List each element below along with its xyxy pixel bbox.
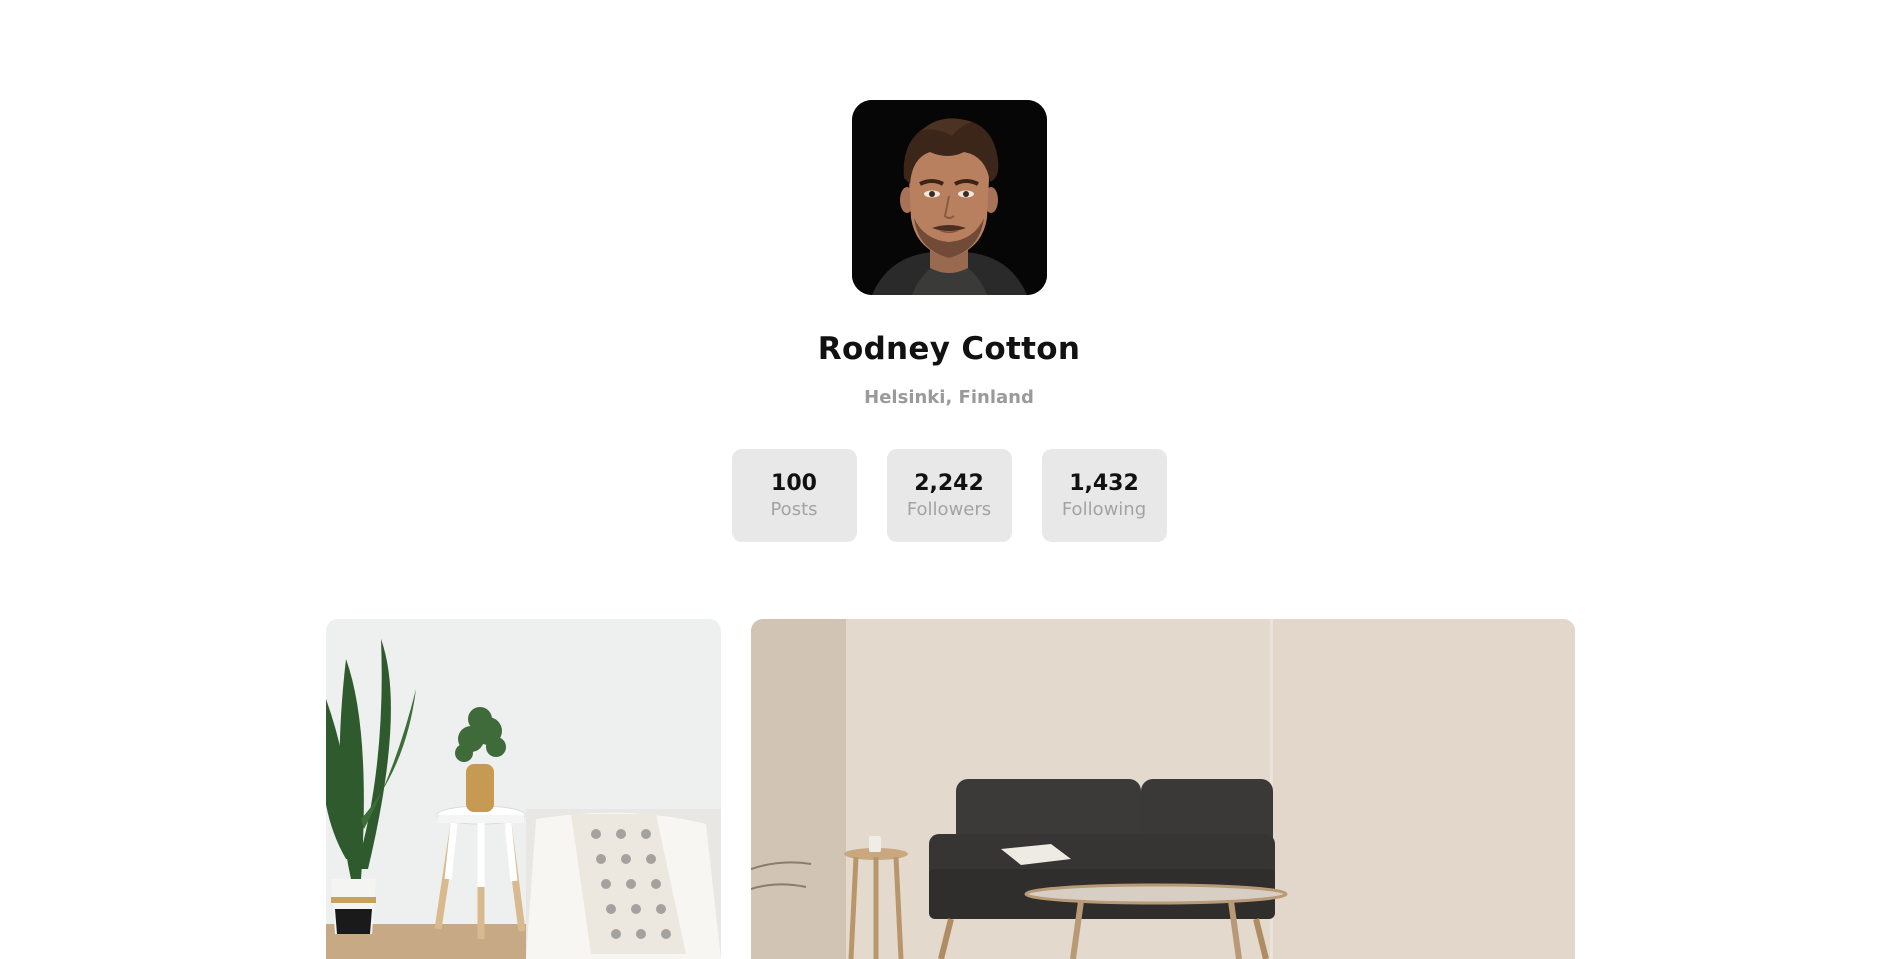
stat-label: Following bbox=[1061, 498, 1147, 520]
stat-followers[interactable]: 2,242 Followers bbox=[886, 449, 1012, 542]
stat-label: Posts bbox=[770, 498, 818, 520]
stat-posts[interactable]: 100 Posts bbox=[731, 449, 857, 542]
stat-value: 1,432 bbox=[1069, 470, 1139, 496]
portrait-photo-icon bbox=[851, 100, 1047, 295]
profile-stats: 100 Posts 2,242 Followers 1,432 Followin… bbox=[731, 449, 1167, 542]
living-room-plant-photo-icon bbox=[326, 619, 721, 959]
stat-following[interactable]: 1,432 Following bbox=[1041, 449, 1167, 542]
photo-gallery bbox=[326, 619, 1575, 959]
profile-location: Helsinki, Finland bbox=[864, 387, 1034, 408]
gallery-photo-sofa[interactable] bbox=[751, 619, 1575, 959]
living-room-sofa-photo-icon bbox=[751, 619, 1575, 959]
gallery-photo-plant[interactable] bbox=[326, 619, 721, 959]
stat-label: Followers bbox=[906, 498, 992, 520]
stat-value: 100 bbox=[771, 470, 817, 496]
profile-name: Rodney Cotton bbox=[817, 331, 1081, 367]
stat-value: 2,242 bbox=[914, 470, 984, 496]
profile-header: Rodney Cotton Helsinki, Finland 100 Post… bbox=[0, 0, 1898, 542]
avatar[interactable] bbox=[851, 100, 1047, 295]
